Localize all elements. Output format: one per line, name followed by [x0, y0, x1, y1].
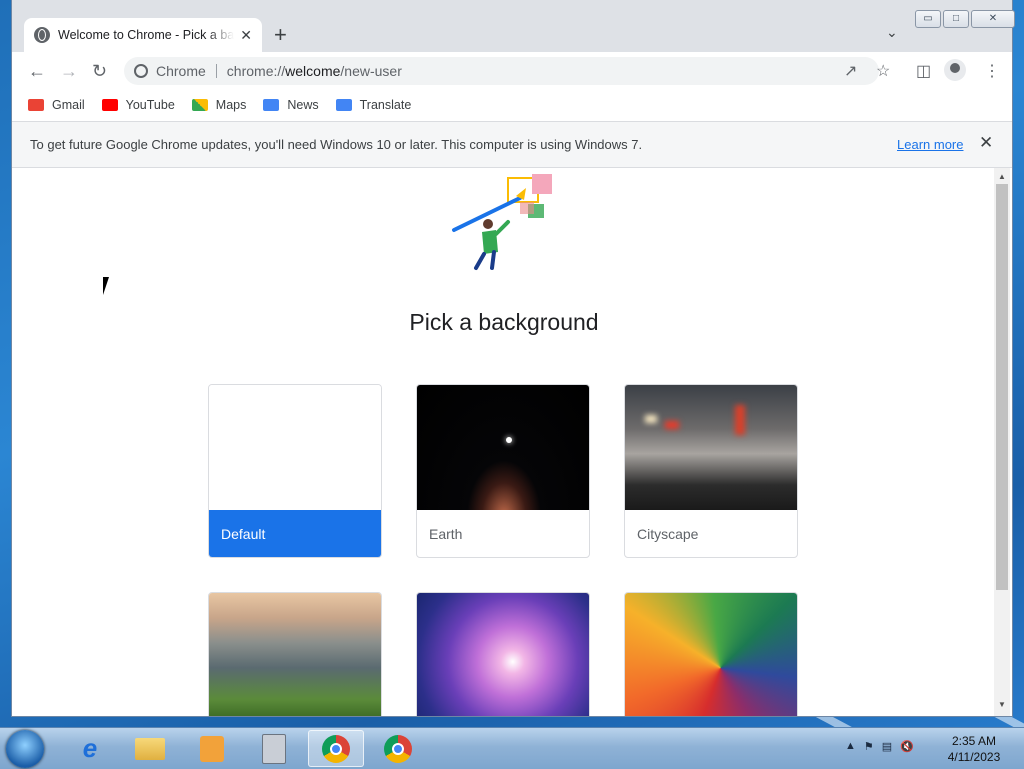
chrome-icon	[322, 734, 350, 763]
reload-icon[interactable]: ↻	[92, 61, 107, 81]
card-label: Cityscape	[637, 526, 699, 542]
calculator-icon	[262, 733, 286, 764]
default-thumbnail	[209, 385, 381, 510]
city-light	[645, 415, 657, 423]
cityscape-thumbnail	[625, 385, 797, 510]
bookmark-maps[interactable]: Maps	[191, 98, 247, 112]
bookmark-youtube[interactable]: YouTube	[101, 98, 175, 112]
new-tab-button[interactable]: +	[274, 24, 287, 46]
taskbar-file-explorer[interactable]	[122, 730, 178, 767]
system-tray: ▲ ⚑ ▤ 🔇	[845, 740, 914, 753]
globe-icon	[34, 27, 50, 43]
folder-icon	[135, 737, 165, 760]
background-card-default[interactable]: Default	[208, 384, 382, 558]
tab-close-icon[interactable]: ✕	[240, 27, 252, 44]
bookmarks-bar: Gmail YouTube Maps News Translate	[12, 90, 1012, 120]
action-center-flag-icon[interactable]: ⚑	[864, 740, 874, 753]
bookmark-star-icon[interactable]: ☆	[876, 61, 890, 81]
bookmark-label: Maps	[215, 98, 247, 112]
taskbar-chrome[interactable]	[370, 730, 426, 767]
mouse-cursor-icon	[103, 277, 115, 295]
chrome-window: Welcome to Chrome - Pick a background ✕ …	[12, 0, 1015, 716]
window-controls: ▭ □ ✕	[915, 10, 1015, 28]
side-panel-icon[interactable]: ◫	[916, 61, 931, 81]
painter-illustration	[452, 174, 552, 270]
back-arrow-icon[interactable]: ←	[28, 61, 46, 81]
url-prefix: chrome://	[226, 63, 286, 79]
tab-strip: Welcome to Chrome - Pick a background ✕ …	[12, 0, 1015, 52]
profile-avatar[interactable]	[944, 59, 966, 81]
bookmark-label: Gmail	[52, 98, 85, 112]
chrome-icon	[384, 734, 412, 763]
url-path: /new-user	[340, 63, 402, 79]
background-card-galaxy[interactable]	[416, 592, 590, 716]
close-window-button[interactable]: ✕	[971, 10, 1015, 28]
share-icon[interactable]: ↗	[844, 61, 857, 81]
tab-search-button[interactable]: ⌄	[886, 24, 898, 41]
infobar-message: To get future Google Chrome updates, you…	[30, 137, 643, 152]
city-light	[665, 421, 679, 429]
earth-thumbnail	[417, 385, 589, 510]
bookmark-gmail[interactable]: Gmail	[28, 98, 85, 112]
omnibox-chip: Chrome	[156, 64, 217, 78]
news-icon	[263, 99, 280, 111]
scrollbar-thumb[interactable]	[996, 184, 1008, 590]
bookmark-translate[interactable]: Translate	[335, 98, 412, 112]
translate-icon	[335, 99, 352, 111]
background-card-geometric[interactable]	[624, 592, 798, 716]
welcome-page: Pick a background Default Earth Cityscap…	[14, 168, 994, 716]
internet-explorer-icon: e	[82, 733, 98, 763]
tab-title: Welcome to Chrome - Pick a background	[58, 28, 234, 42]
tab-welcome[interactable]: Welcome to Chrome - Pick a background ✕	[24, 18, 262, 52]
system-clock[interactable]: 2:35 AM 4/11/2023	[944, 733, 1004, 765]
volume-muted-icon[interactable]: 🔇	[900, 740, 914, 753]
galaxy-thumbnail	[417, 593, 589, 716]
menu-kebab-icon[interactable]: ⋮	[984, 61, 1000, 81]
taskbar-chrome-active[interactable]	[308, 730, 364, 767]
browser-toolbar: ← → ↻ Chrome chrome://welcome/new-user ↗…	[12, 52, 1012, 90]
youtube-icon	[101, 99, 118, 111]
network-icon[interactable]: ▤	[882, 740, 892, 753]
background-card-landscape[interactable]	[208, 592, 382, 716]
url-text[interactable]: chrome://welcome/new-user	[227, 63, 402, 79]
page-scrollbar[interactable]: ▲ ▼	[994, 168, 1010, 716]
address-bar[interactable]: Chrome chrome://welcome/new-user	[124, 57, 879, 85]
geometric-thumbnail	[625, 593, 797, 716]
maps-icon	[191, 99, 208, 111]
infobar-close-icon[interactable]: ✕	[979, 133, 993, 153]
background-card-earth[interactable]: Earth	[416, 384, 590, 558]
taskbar-calculator[interactable]	[246, 730, 302, 767]
chrome-icon	[134, 64, 148, 78]
page-title: Pick a background	[409, 309, 599, 335]
update-infobar: To get future Google Chrome updates, you…	[12, 121, 1012, 168]
card-label: Earth	[429, 526, 463, 542]
media-player-icon	[200, 735, 224, 762]
url-host: welcome	[285, 63, 341, 79]
scroll-down-arrow-icon[interactable]: ▼	[998, 700, 1006, 709]
bookmark-label: Translate	[359, 98, 412, 112]
scroll-up-arrow-icon[interactable]: ▲	[998, 172, 1006, 181]
show-hidden-icons-icon[interactable]: ▲	[845, 740, 856, 753]
bookmark-label: YouTube	[125, 98, 175, 112]
windows-taskbar: e ▲ ⚑ ▤ 🔇 2:35 AM 4/11/2023	[0, 727, 1024, 769]
start-button[interactable]	[6, 730, 44, 768]
moon-dot	[506, 437, 512, 443]
card-label: Default	[209, 510, 381, 557]
bookmark-news[interactable]: News	[263, 98, 319, 112]
maximize-button[interactable]: □	[943, 10, 969, 28]
taskbar-internet-explorer[interactable]: e	[62, 730, 118, 767]
minimize-button[interactable]: ▭	[915, 10, 941, 28]
gmail-icon	[28, 99, 44, 111]
learn-more-link[interactable]: Learn more	[897, 137, 963, 152]
clock-time: 2:35 AM	[951, 734, 997, 748]
background-card-cityscape[interactable]: Cityscape	[624, 384, 798, 558]
bookmark-label: News	[287, 98, 319, 112]
forward-arrow-icon[interactable]: →	[60, 61, 78, 81]
clock-date: 4/11/2023	[947, 750, 1001, 764]
city-light	[735, 405, 745, 435]
taskbar-media-player[interactable]	[184, 730, 240, 767]
landscape-thumbnail	[209, 593, 381, 716]
